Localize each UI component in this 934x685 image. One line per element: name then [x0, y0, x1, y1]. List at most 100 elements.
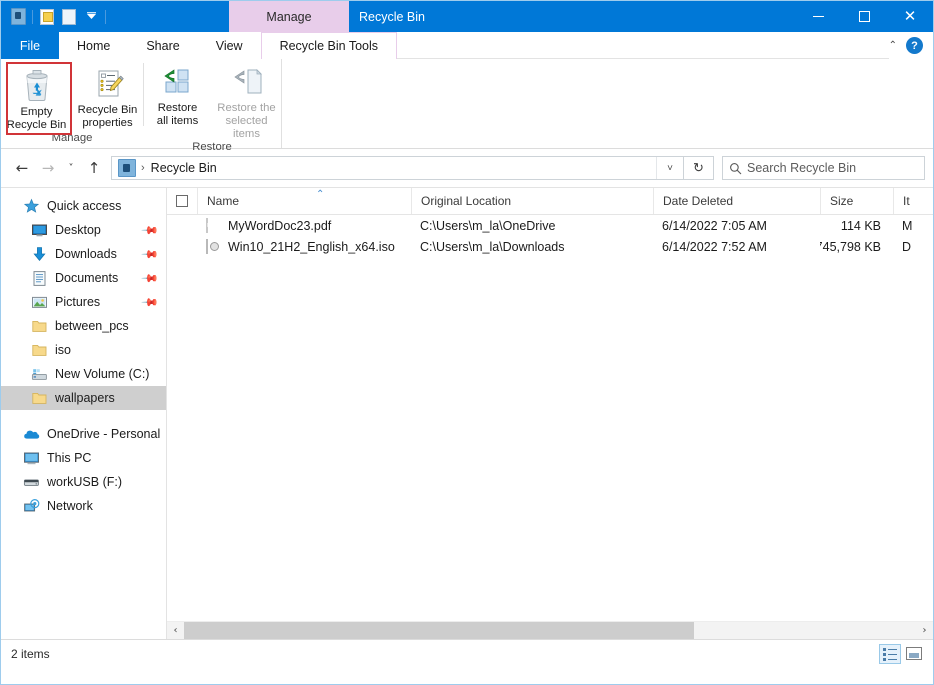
search-box[interactable]: Search Recycle Bin	[722, 156, 925, 180]
pin-icon[interactable]: 📌	[141, 293, 160, 312]
sidebar-item-documents[interactable]: Documents 📌	[1, 266, 166, 290]
up-button[interactable]: ↑	[81, 155, 107, 181]
restore-all-icon	[161, 68, 195, 98]
minimize-button[interactable]	[795, 1, 841, 32]
pin-icon[interactable]: 📌	[141, 269, 160, 288]
pin-icon[interactable]: 📌	[141, 221, 160, 240]
empty-recycle-bin-line2: Recycle Bin	[7, 119, 67, 131]
empty-recycle-bin-button[interactable]: Empty Recycle Bin	[1, 63, 72, 132]
file-name-cell[interactable]: MyWordDoc23.pdf	[197, 218, 411, 234]
restore-selected-items-button[interactable]: Restore the selected items	[212, 63, 281, 141]
this-pc-icon	[23, 450, 40, 467]
sidebar-item-label: Desktop	[55, 223, 101, 237]
desktop-icon	[31, 222, 48, 239]
close-button[interactable]: ✕	[887, 1, 933, 32]
tab-file[interactable]: File	[1, 32, 59, 59]
chevron-down-icon[interactable]	[80, 6, 102, 28]
forward-button[interactable]: →	[35, 155, 61, 181]
sidebar-item-pictures[interactable]: Pictures 📌	[1, 290, 166, 314]
tab-view[interactable]: View	[198, 32, 261, 59]
ribbon-tab-actions: ⌃ ?	[889, 32, 933, 59]
help-icon[interactable]: ?	[906, 37, 923, 54]
scroll-left-arrow[interactable]: ‹	[167, 622, 184, 639]
restore-all-items-button[interactable]: Restore all items	[143, 63, 212, 128]
chevron-down-icon[interactable]: ˅	[656, 157, 683, 179]
ribbon-tab-strip: File Home Share View Recycle Bin Tools ⌃…	[1, 32, 933, 59]
recent-locations-button[interactable]: ˅	[61, 155, 81, 181]
table-row[interactable]: MyWordDoc23.pdf C:\Users\m_la\OneDrive 6…	[167, 215, 933, 236]
breadcrumb-separator[interactable]: ›	[141, 162, 145, 174]
refresh-button[interactable]: ↻	[684, 156, 714, 180]
large-icons-view-button[interactable]	[903, 644, 925, 664]
sidebar-item-wallpapers[interactable]: wallpapers	[1, 386, 166, 410]
column-header-item-type[interactable]: It	[893, 188, 933, 214]
title-center-group: Manage Recycle Bin	[1, 1, 933, 32]
column-header-size[interactable]: Size	[820, 188, 893, 214]
recycle-bin-icon[interactable]	[7, 6, 29, 28]
properties-icon[interactable]	[36, 6, 58, 28]
rb-props-line1: Recycle Bin	[78, 104, 138, 116]
sidebar-item-label: iso	[55, 343, 71, 357]
sidebar-item-this-pc[interactable]: This PC	[1, 446, 166, 470]
navigation-bar: ← → ˅ ↑ › Recycle Bin ˅ ↻ Search Recycle…	[1, 149, 933, 187]
contextual-tab-manage[interactable]: Manage	[229, 1, 349, 32]
large-icons-view-icon	[906, 647, 922, 660]
column-header-original-location[interactable]: Original Location	[411, 188, 653, 214]
restore-all-items-label: Restore all items	[157, 102, 198, 128]
sidebar-item-quick-access[interactable]: Quick access	[1, 194, 166, 218]
pin-icon[interactable]: 📌	[141, 245, 160, 264]
empty-recycle-bin-line1: Empty	[20, 106, 52, 118]
column-header-name[interactable]: Name ⌃	[197, 188, 411, 214]
horizontal-scrollbar[interactable]: ‹ ›	[167, 621, 933, 639]
iso-file-icon	[206, 239, 222, 255]
folder-icon	[31, 390, 48, 407]
new-folder-icon[interactable]	[58, 6, 80, 28]
sidebar-item-iso[interactable]: iso	[1, 338, 166, 362]
breadcrumb[interactable]: Recycle Bin	[151, 161, 217, 175]
date-deleted-cell: 6/14/2022 7:05 AM	[653, 219, 820, 233]
column-label: Name	[207, 194, 239, 208]
restore-all-line2: all items	[157, 115, 198, 127]
search-input[interactable]: Search Recycle Bin	[747, 161, 856, 175]
restore-selected-icon	[230, 68, 264, 98]
file-explorer-window: Manage Recycle Bin ✕ File Home Share Vie…	[0, 0, 934, 685]
sidebar-item-between-pcs[interactable]: between_pcs	[1, 314, 166, 338]
recycle-bin-icon	[21, 68, 53, 102]
tab-home[interactable]: Home	[59, 32, 128, 59]
back-button[interactable]: ←	[9, 155, 35, 181]
quick-access-toolbar	[1, 1, 109, 32]
sidebar-item-label: OneDrive - Personal	[47, 427, 160, 441]
sidebar-item-new-volume-c[interactable]: New Volume (C:)	[1, 362, 166, 386]
sidebar-item-workusb[interactable]: workUSB (F:)	[1, 470, 166, 494]
chevron-up-icon[interactable]: ⌃	[889, 40, 897, 51]
address-bar[interactable]: › Recycle Bin ˅	[111, 156, 684, 180]
select-all-checkbox[interactable]	[167, 188, 197, 214]
tab-strip-filler	[397, 32, 889, 59]
status-bar: 2 items	[1, 639, 933, 667]
sidebar-item-network[interactable]: Network	[1, 494, 166, 518]
original-location-cell: C:\Users\m_la\OneDrive	[411, 219, 653, 233]
file-name-cell[interactable]: Win10_21H2_English_x64.iso	[197, 239, 411, 255]
sidebar-gap-1	[1, 410, 166, 422]
onedrive-icon	[23, 426, 40, 443]
details-view-button[interactable]	[879, 644, 901, 664]
usb-drive-icon	[23, 474, 40, 491]
column-header-date-deleted[interactable]: Date Deleted	[653, 188, 820, 214]
recycle-bin-properties-label: Recycle Bin properties	[78, 104, 138, 130]
sidebar-item-onedrive[interactable]: OneDrive - Personal	[1, 422, 166, 446]
tab-recycle-bin-tools[interactable]: Recycle Bin Tools	[261, 32, 397, 59]
tab-share[interactable]: Share	[128, 32, 197, 59]
scrollbar-track[interactable]	[184, 622, 916, 639]
maximize-button[interactable]	[841, 1, 887, 32]
sidebar-item-label: wallpapers	[55, 391, 115, 405]
sidebar-item-desktop[interactable]: Desktop 📌	[1, 218, 166, 242]
scrollbar-thumb[interactable]	[184, 622, 694, 639]
sidebar-item-downloads[interactable]: Downloads 📌	[1, 242, 166, 266]
table-row[interactable]: Win10_21H2_English_x64.iso C:\Users\m_la…	[167, 236, 933, 257]
scroll-right-arrow[interactable]: ›	[916, 622, 933, 639]
window-title: Recycle Bin	[359, 1, 425, 32]
folder-icon	[31, 318, 48, 335]
recycle-bin-properties-button[interactable]: Recycle Bin properties	[72, 63, 143, 130]
sidebar-item-label: Pictures	[55, 295, 100, 309]
view-mode-buttons	[879, 644, 933, 664]
